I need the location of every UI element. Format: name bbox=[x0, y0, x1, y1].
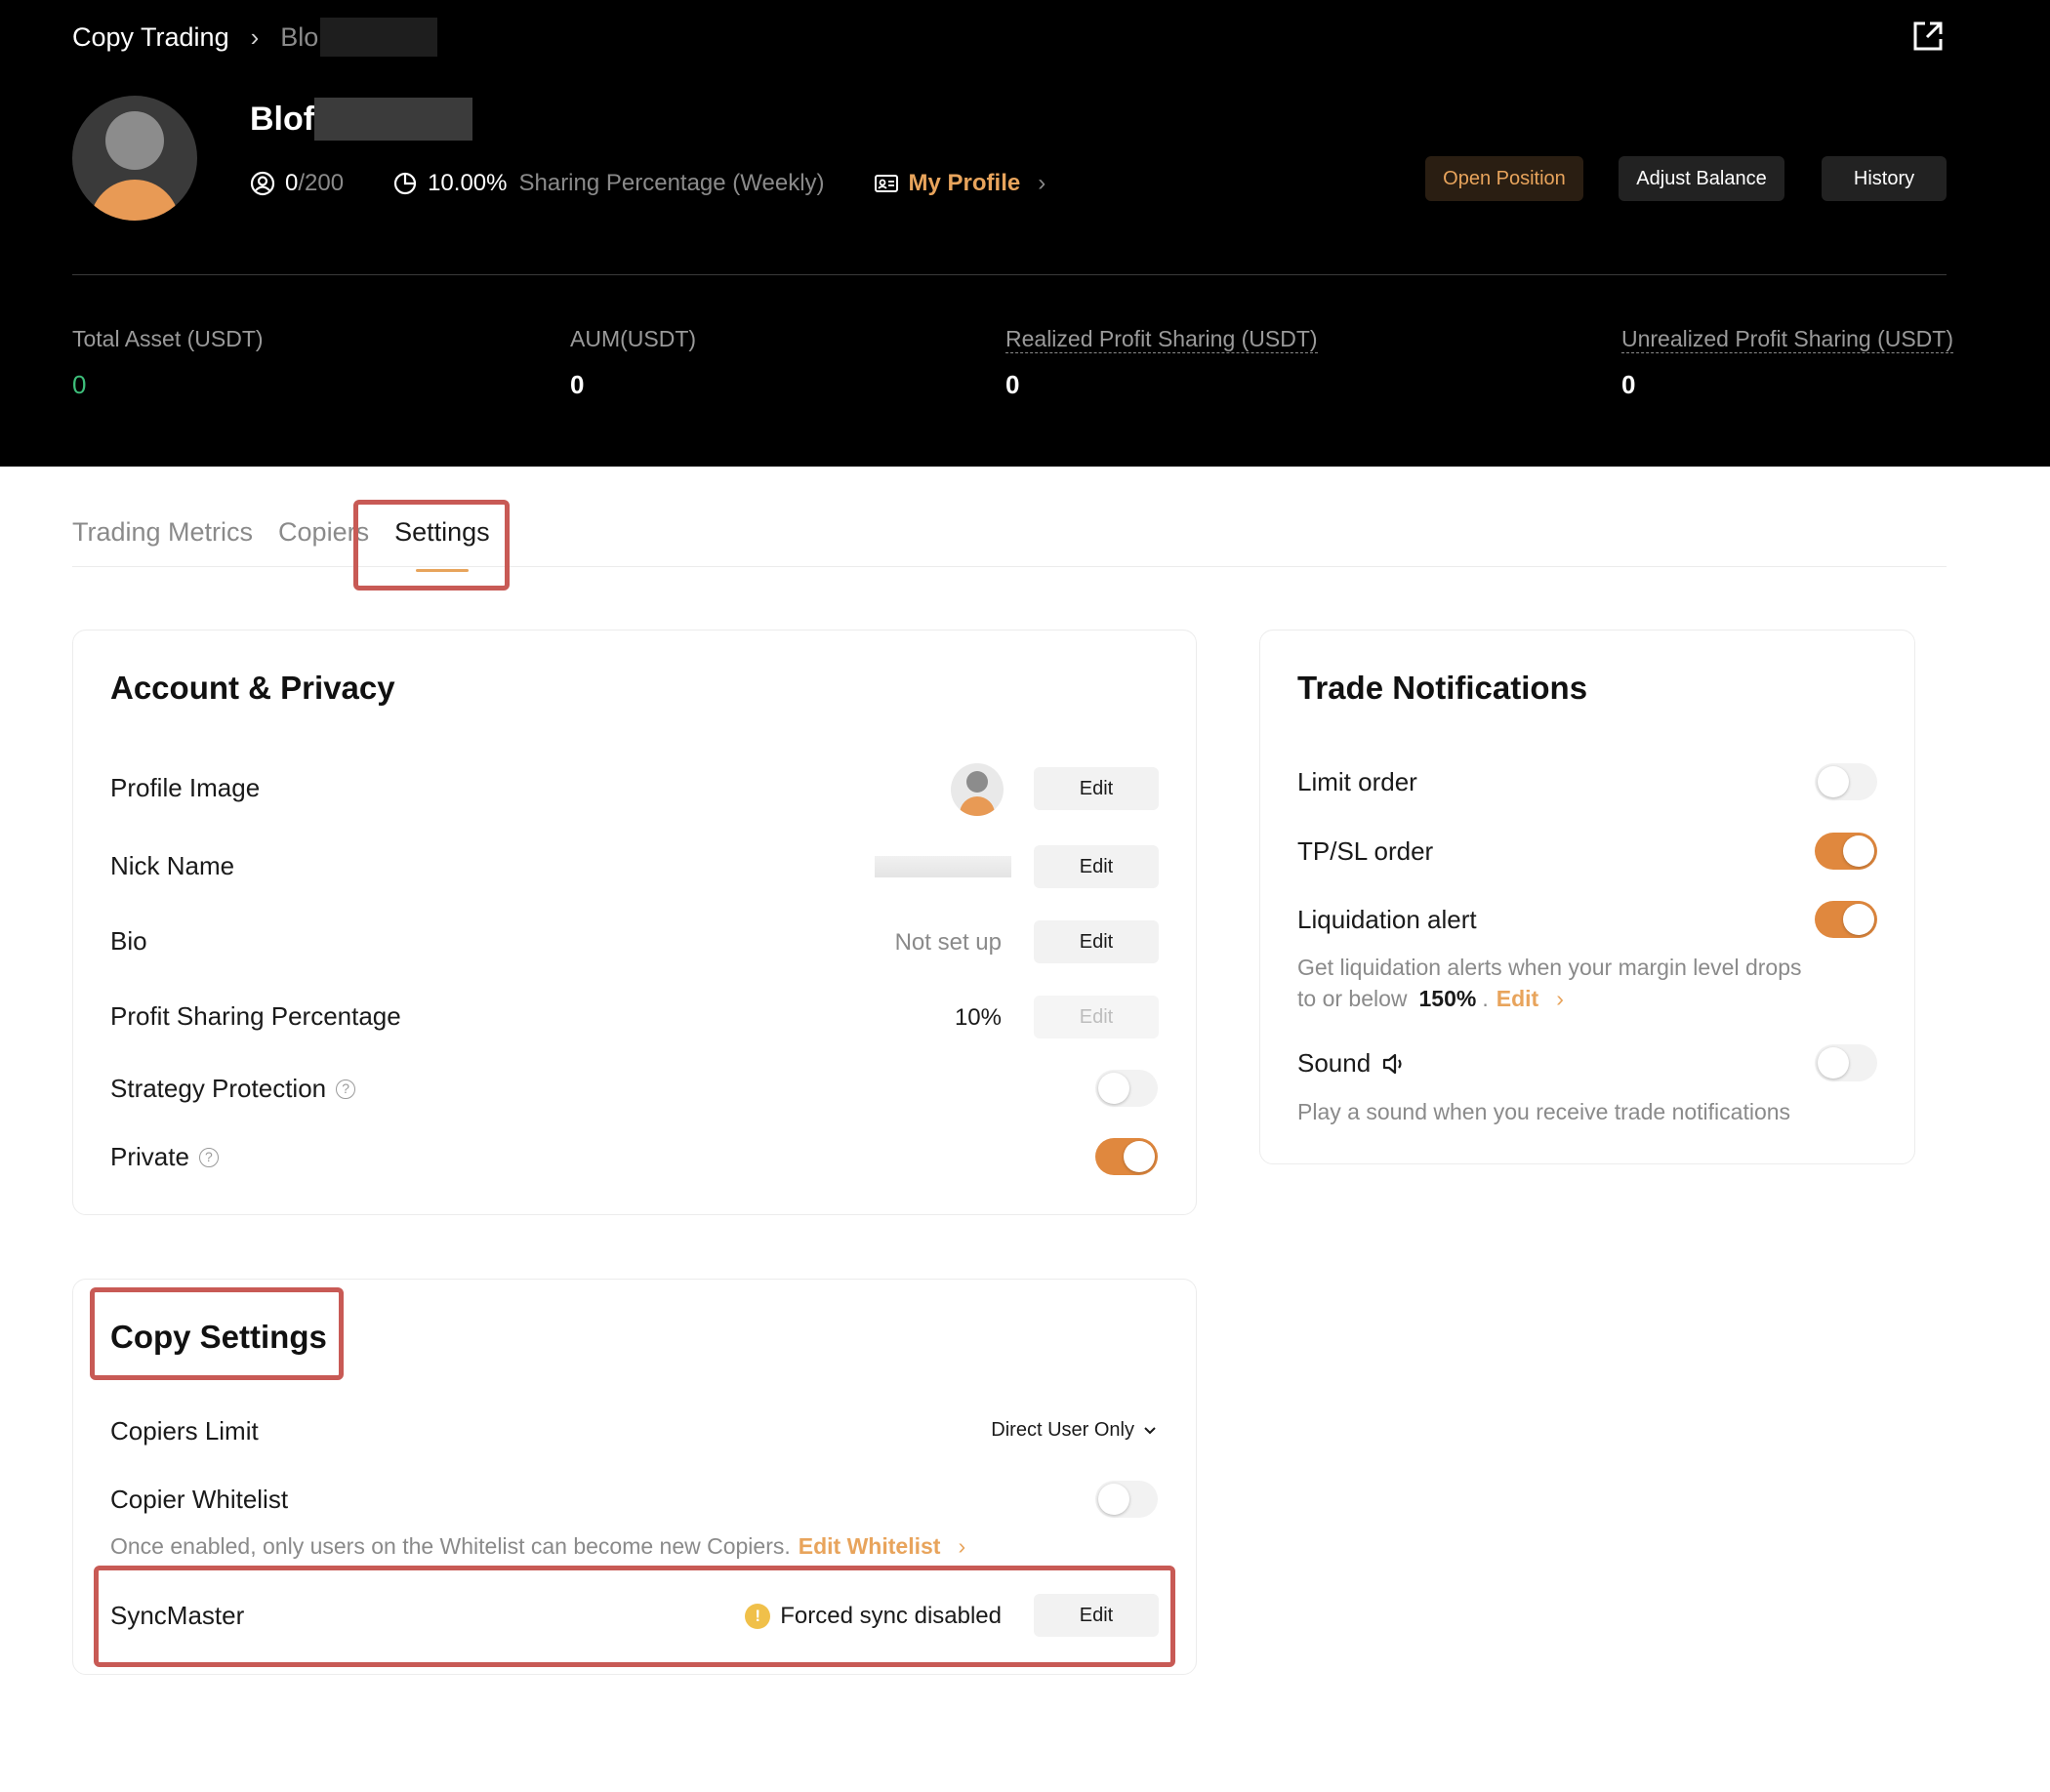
redacted-mask bbox=[314, 98, 473, 141]
user-circle-icon bbox=[250, 171, 275, 196]
private-toggle[interactable] bbox=[1095, 1138, 1158, 1175]
highlight-box-syncmaster bbox=[94, 1566, 1175, 1667]
divider bbox=[72, 274, 1947, 275]
liquidation-alert-label: Liquidation alert bbox=[1297, 905, 1477, 934]
chevron-right-icon: › bbox=[958, 1533, 966, 1559]
chevron-down-icon bbox=[1144, 1426, 1156, 1434]
trader-avatar bbox=[72, 96, 197, 221]
trade-notifications-card bbox=[1259, 630, 1915, 1164]
sound-toggle[interactable] bbox=[1815, 1044, 1877, 1081]
id-card-icon bbox=[874, 175, 898, 192]
copiers-limit-label: Copiers Limit bbox=[110, 1416, 259, 1446]
edit-profile-image-button[interactable]: Edit bbox=[1034, 767, 1159, 810]
tab-trading-metrics[interactable]: Trading Metrics bbox=[72, 517, 253, 556]
strategy-protection-toggle[interactable] bbox=[1095, 1070, 1158, 1107]
edit-bio-button[interactable]: Edit bbox=[1034, 920, 1159, 963]
edit-syncmaster-button[interactable]: Edit bbox=[1034, 1594, 1159, 1637]
breadcrumb-copy-trading[interactable]: Copy Trading bbox=[72, 22, 229, 53]
sharing-percentage: 10.00% Sharing Percentage (Weekly) bbox=[392, 170, 825, 197]
help-icon[interactable]: ? bbox=[198, 1147, 219, 1167]
external-link-icon[interactable] bbox=[1911, 20, 1945, 53]
limit-order-toggle[interactable] bbox=[1815, 763, 1877, 800]
breadcrumb: Copy Trading › Blo bbox=[72, 18, 438, 57]
pie-chart-icon bbox=[393, 172, 417, 195]
trader-stats: 0/200 10.00% Sharing Percentage (Weekly)… bbox=[250, 166, 1094, 201]
adjust-balance-button[interactable]: Adjust Balance bbox=[1619, 156, 1784, 201]
breadcrumb-current: Blo bbox=[280, 21, 319, 52]
edit-liquidation-level-link[interactable]: Edit bbox=[1496, 983, 1538, 1014]
bio-label: Bio bbox=[110, 926, 147, 956]
chevron-right-icon: › bbox=[250, 21, 260, 52]
liquidation-description: Get liquidation alerts when your margin … bbox=[1297, 952, 1824, 1014]
profile-image-thumb bbox=[951, 763, 1004, 816]
syncmaster-status: ! Forced sync disabled bbox=[745, 1603, 1002, 1630]
edit-whitelist-link[interactable]: Edit Whitelist bbox=[799, 1530, 941, 1562]
trader-name: Blof bbox=[250, 98, 473, 141]
private-row: Private ? bbox=[110, 1142, 219, 1172]
syncmaster-label: SyncMaster bbox=[110, 1601, 245, 1630]
help-icon[interactable]: ? bbox=[336, 1079, 356, 1099]
tpsl-order-toggle[interactable] bbox=[1815, 833, 1877, 870]
metric-aum: AUM(USDT) 0 bbox=[570, 326, 697, 399]
history-button[interactable]: History bbox=[1822, 156, 1947, 201]
metric-total-asset: Total Asset (USDT) 0 bbox=[72, 326, 264, 399]
metric-realized-profit-sharing: Realized Profit Sharing (USDT) 0 bbox=[1005, 326, 1318, 399]
liquidation-level: 150% bbox=[1418, 986, 1477, 1011]
chevron-right-icon: › bbox=[1556, 986, 1564, 1011]
copier-whitelist-toggle[interactable] bbox=[1095, 1481, 1158, 1518]
edit-nick-name-button[interactable]: Edit bbox=[1034, 845, 1159, 888]
speaker-icon bbox=[1383, 1053, 1402, 1074]
copier-whitelist-label: Copier Whitelist bbox=[110, 1485, 289, 1514]
chevron-right-icon: › bbox=[1038, 170, 1046, 196]
profit-sharing-label: Profit Sharing Percentage bbox=[110, 1001, 401, 1031]
strategy-protection-row: Strategy Protection ? bbox=[110, 1074, 356, 1104]
sound-description: Play a sound when you receive trade noti… bbox=[1297, 1099, 1791, 1124]
open-position-button[interactable]: Open Position bbox=[1425, 156, 1583, 201]
my-profile-link[interactable]: My Profile › bbox=[874, 170, 1046, 197]
copiers-limit-select[interactable]: Direct User Only bbox=[991, 1419, 1158, 1442]
profile-image-label: Profile Image bbox=[110, 773, 261, 802]
warning-icon: ! bbox=[745, 1604, 771, 1629]
copiers-count: 0/200 bbox=[250, 170, 344, 197]
sound-row: Sound bbox=[1297, 1048, 1408, 1079]
account-privacy-title: Account & Privacy bbox=[110, 670, 395, 706]
liquidation-alert-toggle[interactable] bbox=[1815, 901, 1877, 938]
edit-profit-sharing-button[interactable]: Edit bbox=[1034, 996, 1159, 1039]
metric-unrealized-profit-sharing: Unrealized Profit Sharing (USDT) 0 bbox=[1621, 326, 1954, 399]
tpsl-order-label: TP/SL order bbox=[1297, 836, 1434, 866]
bio-value: Not set up bbox=[894, 929, 1002, 956]
highlight-box-settings-tab bbox=[353, 500, 510, 591]
redacted-mask bbox=[320, 18, 438, 57]
nick-name-label: Nick Name bbox=[110, 851, 235, 880]
limit-order-label: Limit order bbox=[1297, 767, 1417, 796]
account-privacy-card bbox=[72, 630, 1197, 1215]
whitelist-description: Once enabled, only users on the Whitelis… bbox=[110, 1530, 965, 1562]
redacted-nickname bbox=[875, 856, 1011, 877]
profit-sharing-value: 10% bbox=[954, 1004, 1002, 1031]
highlight-box-copy-settings bbox=[90, 1287, 344, 1380]
trader-header: Copy Trading › Blo Blof 0/200 10.00% Sha… bbox=[0, 0, 2050, 467]
trade-notifications-title: Trade Notifications bbox=[1297, 670, 1588, 706]
